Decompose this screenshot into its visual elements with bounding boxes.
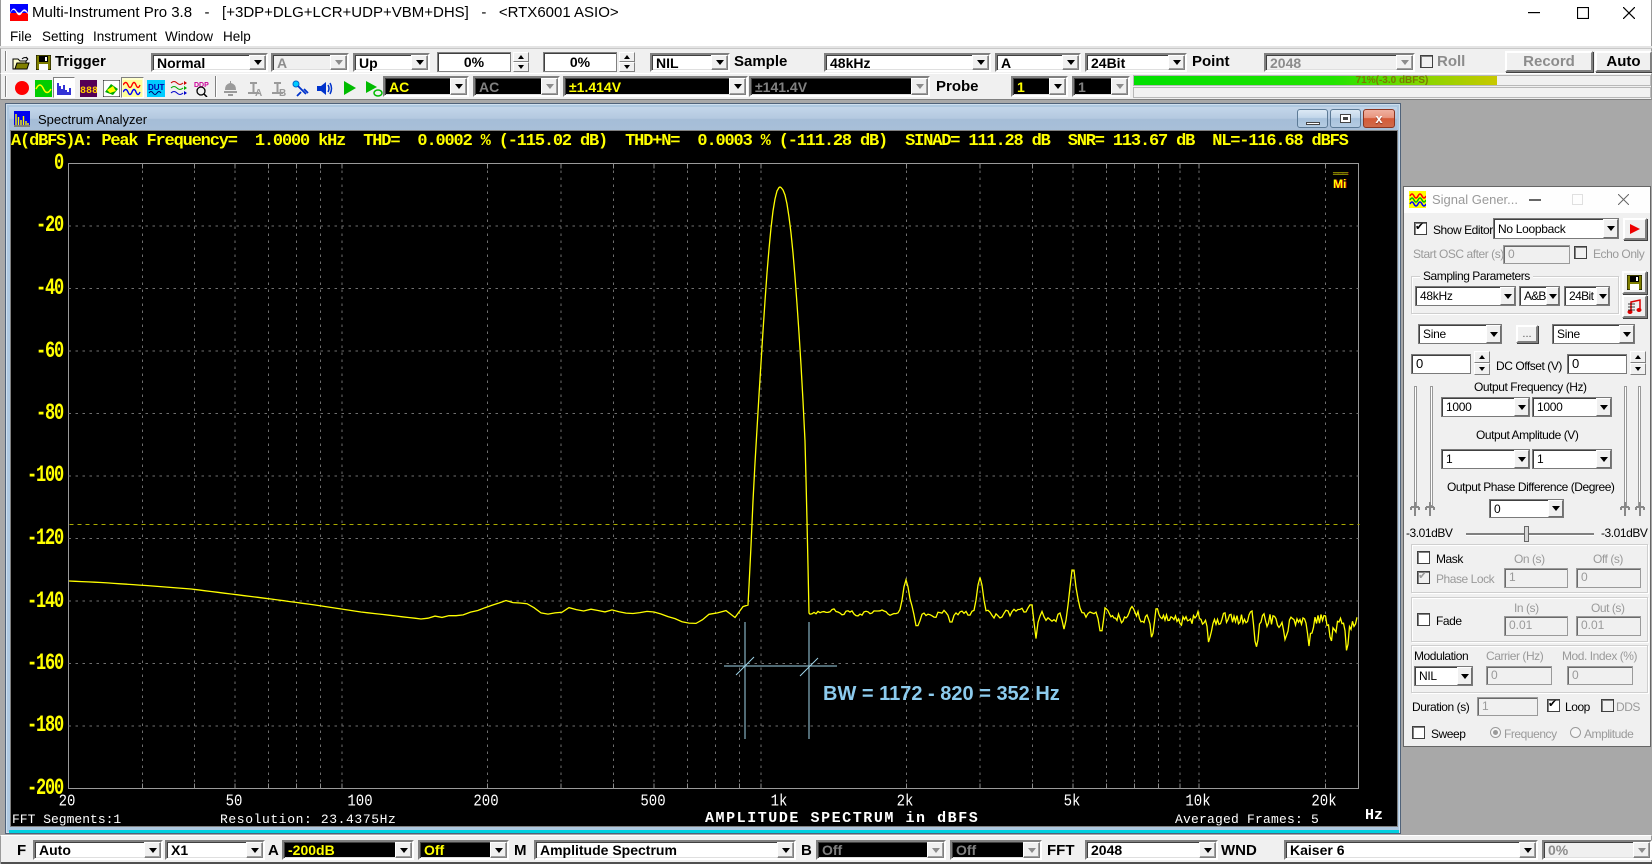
- svg-text:DUT: DUT: [148, 83, 165, 92]
- svg-text:888: 888: [80, 86, 97, 97]
- svg-text:A: A: [255, 88, 262, 97]
- svg-text:DDP: DDP: [194, 82, 209, 89]
- svg-text:BW = 1172 - 820 = 352 Hz: BW = 1172 - 820 = 352 Hz: [823, 683, 1060, 705]
- svg-text:B: B: [279, 88, 286, 97]
